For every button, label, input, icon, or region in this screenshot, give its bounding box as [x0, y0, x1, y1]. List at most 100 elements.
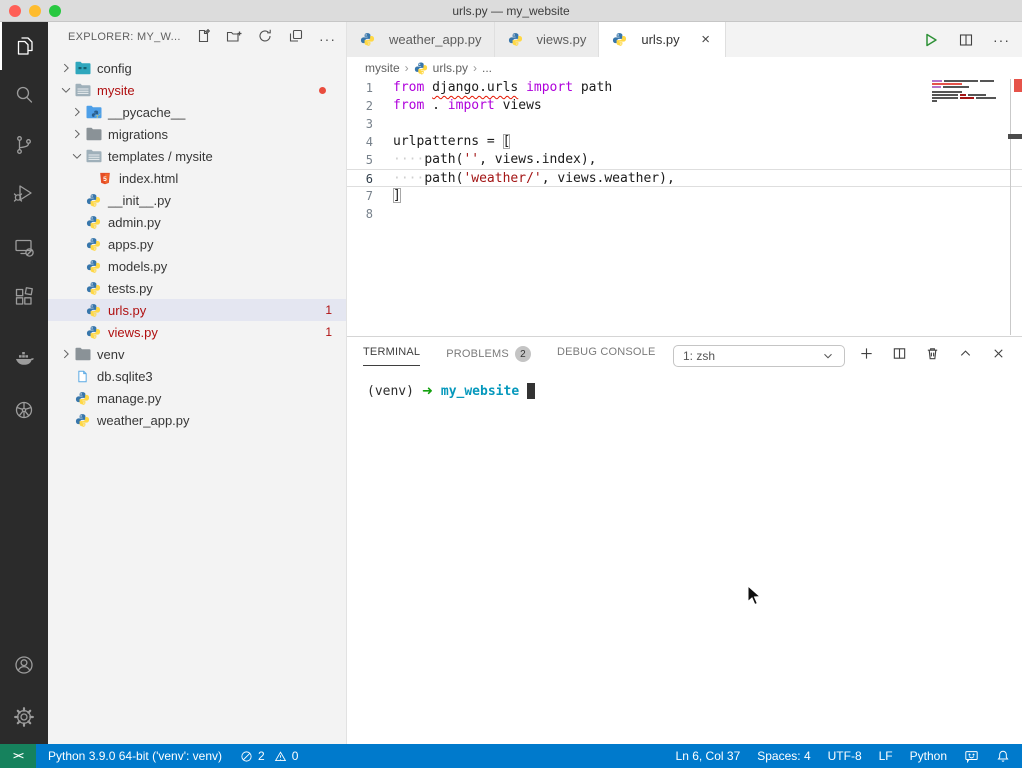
tab-views-py[interactable]: views.py: [495, 22, 600, 57]
tree-item-urls-py[interactable]: urls.py1: [48, 299, 346, 321]
minimize-window-button[interactable]: [29, 5, 41, 17]
tree-item-weather-app-py[interactable]: weather_app.py: [48, 409, 346, 431]
zoom-window-button[interactable]: [49, 5, 61, 17]
close-panel-icon[interactable]: [991, 346, 1006, 361]
breadcrumb-folder[interactable]: mysite: [365, 61, 400, 75]
account-icon[interactable]: [0, 641, 48, 689]
chevron-right-icon[interactable]: [58, 347, 74, 361]
split-terminal-icon[interactable]: [892, 346, 907, 361]
collapse-folders-icon[interactable]: [288, 28, 304, 49]
breadcrumb-file[interactable]: urls.py: [433, 61, 468, 75]
editor-more-actions-icon[interactable]: ···: [993, 35, 1010, 45]
refresh-icon[interactable]: [257, 28, 273, 49]
folder-pycache-icon: [85, 104, 102, 120]
file-tree: configmysite__pycache__migrationstemplat…: [48, 57, 346, 431]
settings-gear-icon[interactable]: [0, 693, 48, 741]
code-line-3[interactable]: 3: [347, 115, 1022, 133]
chevron-down-icon[interactable]: [58, 83, 74, 97]
tree-item-config[interactable]: config: [48, 57, 346, 79]
tree-item-mysite[interactable]: mysite: [48, 79, 346, 101]
run-debug-icon[interactable]: [0, 169, 48, 217]
tree-item--init-py[interactable]: __init__.py: [48, 189, 346, 211]
code-line-2[interactable]: 2from . import views: [347, 97, 1022, 115]
line-number: 6: [347, 170, 393, 186]
remote-explorer-icon[interactable]: [0, 223, 48, 271]
new-folder-icon[interactable]: [226, 28, 242, 49]
source-control-icon[interactable]: [0, 121, 48, 169]
remote-indicator[interactable]: ><: [0, 744, 36, 768]
panel-tab-label: DEBUG CONSOLE: [557, 346, 656, 358]
eol-status[interactable]: LF: [879, 749, 893, 763]
code-line-1[interactable]: 1from django.urls import path: [347, 79, 1022, 97]
code-line-6[interactable]: 6····path('weather/', views.weather),: [347, 169, 1022, 187]
tree-item-venv[interactable]: venv: [48, 343, 346, 365]
docker-icon[interactable]: [0, 334, 48, 382]
tab-urls-py[interactable]: urls.py ×: [599, 22, 725, 57]
explorer-icon[interactable]: [0, 22, 48, 70]
feedback-icon[interactable]: [964, 749, 979, 763]
language-mode-status[interactable]: Python: [910, 749, 947, 763]
tree-item--pycache-[interactable]: __pycache__: [48, 101, 346, 123]
debug-console-tab[interactable]: DEBUG CONSOLE: [557, 346, 656, 365]
code-line-8[interactable]: 8: [347, 205, 1022, 223]
notifications-bell-icon[interactable]: [996, 749, 1010, 763]
python-interpreter-status[interactable]: Python 3.9.0 64-bit ('venv': venv): [48, 749, 222, 763]
window-title: urls.py — my_website: [452, 4, 569, 18]
python-file-icon: [611, 32, 628, 48]
code-line-content: ····path('', views.index),: [393, 151, 597, 169]
title-bar: urls.py — my_website: [0, 0, 1022, 22]
code-line-5[interactable]: 5····path('', views.index),: [347, 151, 1022, 169]
tree-item-models-py[interactable]: models.py: [48, 255, 346, 277]
search-icon[interactable]: [0, 71, 48, 119]
chevron-down-icon[interactable]: [69, 149, 85, 163]
tree-item-views-py[interactable]: views.py1: [48, 321, 346, 343]
chevron-right-icon[interactable]: [58, 61, 74, 75]
code-line-content: ]: [393, 187, 401, 205]
shell-select-value: 1: zsh: [683, 349, 715, 363]
tree-item-apps-py[interactable]: apps.py: [48, 233, 346, 255]
code-line-content: urlpatterns = [: [393, 133, 510, 151]
terminal-tab[interactable]: TERMINAL: [363, 346, 420, 366]
tree-item-migrations[interactable]: migrations: [48, 123, 346, 145]
indentation-status[interactable]: Spaces: 4: [757, 749, 810, 763]
kubernetes-icon[interactable]: [0, 386, 48, 434]
tree-item-templates-mysite[interactable]: templates / mysite: [48, 145, 346, 167]
code-line-4[interactable]: 4urlpatterns = [: [347, 133, 1022, 151]
run-python-file-icon[interactable]: [923, 32, 939, 48]
terminal-shell-select[interactable]: 1: zsh: [673, 345, 845, 367]
code-line-7[interactable]: 7]: [347, 187, 1022, 205]
overview-ruler-error-marker: [1014, 79, 1022, 92]
error-dot-indicator: [319, 87, 326, 94]
maximize-panel-icon[interactable]: [958, 346, 973, 361]
minimap[interactable]: [932, 80, 1008, 103]
tree-item-manage-py[interactable]: manage.py: [48, 387, 346, 409]
tab-label: views.py: [537, 32, 587, 47]
terminal-prompt[interactable]: (venv) ➜ my_website: [367, 383, 535, 399]
close-window-button[interactable]: [9, 5, 21, 17]
new-file-icon[interactable]: [195, 28, 211, 49]
breadcrumb-symbol[interactable]: ...: [482, 61, 492, 75]
close-tab-icon[interactable]: ×: [699, 33, 713, 47]
python-icon: [74, 390, 91, 406]
breadcrumb-separator: ›: [405, 61, 409, 75]
code-editor[interactable]: 1from django.urls import path2from . imp…: [347, 79, 1022, 336]
chevron-right-icon[interactable]: [69, 105, 85, 119]
tree-item-index-html[interactable]: 5index.html: [48, 167, 346, 189]
tab-weather-app-py[interactable]: weather_app.py: [347, 22, 495, 57]
extensions-icon[interactable]: [0, 273, 48, 321]
problems-status[interactable]: 2 0: [240, 749, 298, 763]
folder-config-icon: [74, 60, 91, 76]
kill-terminal-icon[interactable]: [925, 346, 940, 361]
cursor-position-status[interactable]: Ln 6, Col 37: [676, 749, 741, 763]
tree-item-db-sqlite3[interactable]: db.sqlite3: [48, 365, 346, 387]
encoding-status[interactable]: UTF-8: [828, 749, 862, 763]
explorer-more-actions-icon[interactable]: ···: [319, 34, 336, 44]
problems-tab[interactable]: PROBLEMS 2: [446, 346, 531, 369]
terminal-cwd: my_website: [441, 384, 519, 399]
tree-item-admin-py[interactable]: admin.py: [48, 211, 346, 233]
new-terminal-icon[interactable]: [859, 346, 874, 361]
panel-tab-label: PROBLEMS: [446, 348, 509, 360]
tree-item-tests-py[interactable]: tests.py: [48, 277, 346, 299]
chevron-right-icon[interactable]: [69, 127, 85, 141]
split-editor-icon[interactable]: [958, 32, 974, 48]
